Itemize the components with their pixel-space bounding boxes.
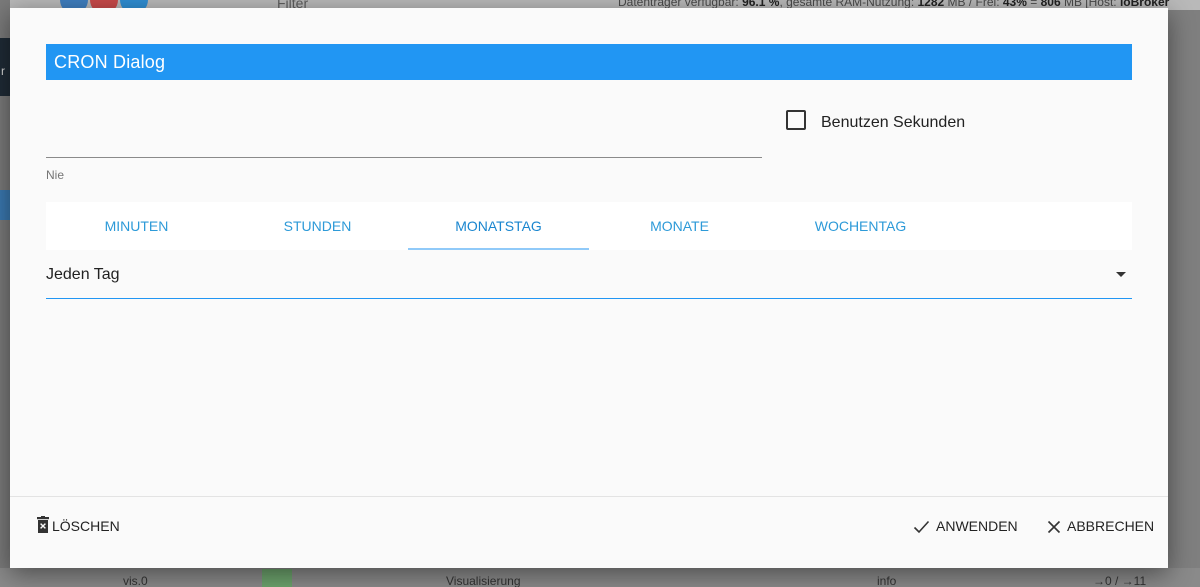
instance-title: Visualisierung xyxy=(446,574,521,587)
tab-day-of-month[interactable]: MONATSTAG xyxy=(408,202,589,250)
apply-button[interactable]: ANWENDEN xyxy=(913,518,1018,534)
day-of-month-select[interactable]: Jeden Tag xyxy=(46,258,1132,299)
trash-icon xyxy=(37,516,49,533)
sidebar-fragment-text: r xyxy=(1,64,5,78)
cancel-button[interactable]: ABBRECHEN xyxy=(1047,518,1154,534)
dialog-title-bar: CRON Dialog xyxy=(46,44,1132,80)
sidebar-active-item xyxy=(0,190,10,220)
use-seconds-toggle[interactable]: Benutzen Sekunden xyxy=(786,108,965,132)
cron-description: Nie xyxy=(46,168,65,182)
use-seconds-label: Benutzen Sekunden xyxy=(821,114,966,131)
instance-row: vis.0 Visualisierung info →0 / →11 xyxy=(0,574,1200,587)
cancel-button-label: ABBRECHEN xyxy=(1067,518,1155,534)
dialog-title: CRON Dialog xyxy=(54,52,166,72)
cron-expression-input[interactable] xyxy=(46,108,762,157)
cron-tabs: MINUTEN STUNDEN MONATSTAG MONATE WOCHENT… xyxy=(46,202,1132,250)
tab-minutes[interactable]: MINUTEN xyxy=(46,202,227,250)
instance-counts: →0 / →11 xyxy=(1093,574,1147,587)
instance-log-level: info xyxy=(877,574,897,587)
tab-months[interactable]: MONATE xyxy=(589,202,770,250)
day-of-month-select-value: Jeden Tag xyxy=(46,266,120,283)
actions-divider xyxy=(10,496,1168,497)
cron-expression-field xyxy=(46,108,762,158)
tab-hours[interactable]: STUNDEN xyxy=(227,202,408,250)
use-seconds-checkbox[interactable] xyxy=(786,110,806,130)
instance-name: vis.0 xyxy=(123,574,148,587)
dropdown-arrow-icon xyxy=(1116,272,1126,277)
delete-button-label: LÖSCHEN xyxy=(52,518,120,534)
close-icon xyxy=(1047,520,1061,534)
apply-button-label: ANWENDEN xyxy=(936,518,1018,534)
check-icon xyxy=(913,520,930,534)
delete-button[interactable]: LÖSCHEN xyxy=(36,516,120,534)
cron-dialog: CRON Dialog Nie Benutzen Sekunden MINUTE… xyxy=(10,8,1168,568)
tab-weekday[interactable]: WOCHENTAG xyxy=(770,202,951,250)
